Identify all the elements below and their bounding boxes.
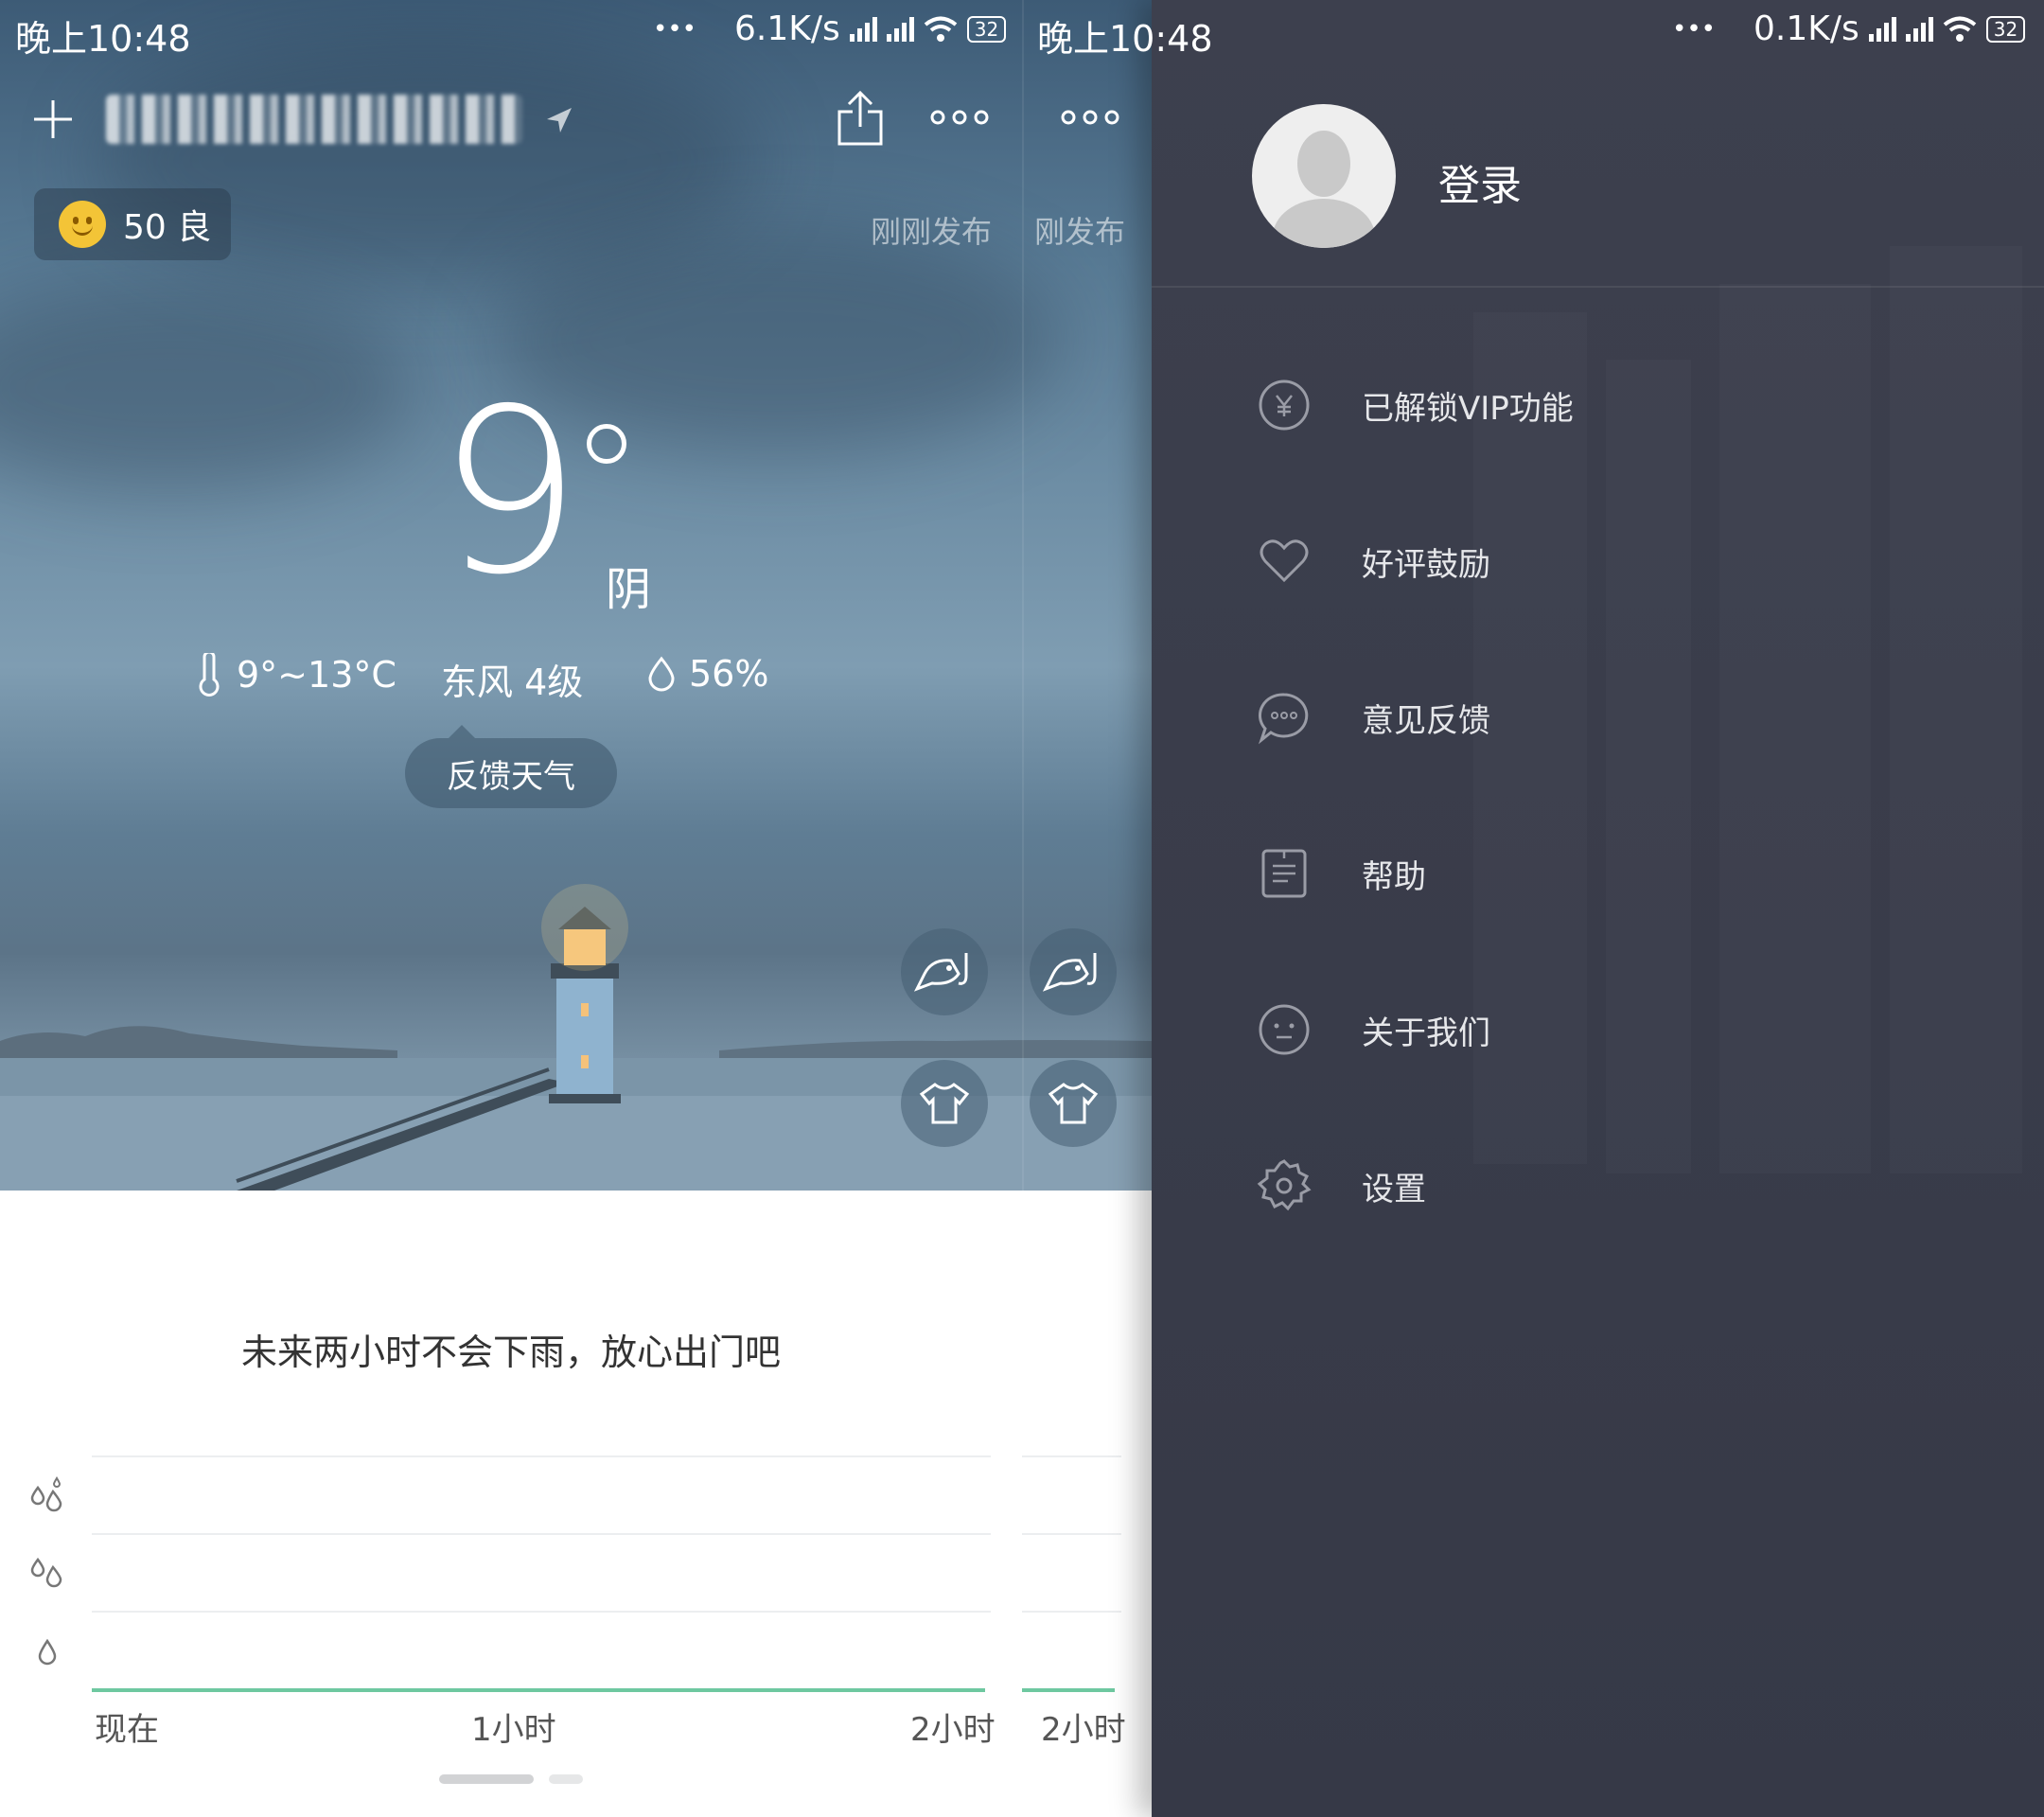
grid-line — [1022, 1611, 1121, 1613]
published-time: 刚刚发布 — [871, 214, 993, 250]
axis-label-now: 现在 — [95, 1711, 159, 1749]
network-speed-2: 0.1K/s — [1753, 9, 1859, 48]
fish-icon-2 — [1042, 953, 1097, 992]
light-rain-icon — [38, 1638, 57, 1666]
menu-item-rate[interactable]: 好评鼓励 — [1152, 504, 2044, 618]
location-name-blurred[interactable] — [106, 95, 522, 144]
network-speed: 6.1K/s — [734, 9, 840, 48]
grid-line — [92, 1533, 991, 1535]
aqi-text: 50 良 — [123, 208, 212, 247]
signal-icon-3 — [1868, 16, 1896, 42]
face-icon — [1259, 1004, 1310, 1055]
fish-icon — [913, 953, 968, 992]
humidity-info: 56% — [647, 653, 768, 695]
more-icon-2[interactable] — [1061, 110, 1119, 125]
status-time-2: 晚上10:48 — [1037, 18, 1213, 60]
degree-symbol — [587, 424, 626, 464]
login-button[interactable]: 登录 — [1438, 151, 1522, 212]
more-icon[interactable] — [930, 110, 989, 125]
drawer-divider — [1152, 286, 2044, 288]
page-indicator[interactable] — [549, 1774, 583, 1784]
tshirt-icon — [919, 1083, 970, 1124]
battery-icon-2: 32 — [1985, 15, 2026, 43]
wifi-icon — [924, 16, 958, 42]
clothing-button[interactable] — [901, 1060, 988, 1147]
menu-label: 关于我们 — [1362, 1014, 1490, 1052]
axis-label-2h: 2小时 — [910, 1711, 996, 1749]
grid-line — [1022, 1455, 1121, 1457]
menu-label: 意见反馈 — [1362, 701, 1490, 740]
document-icon — [1261, 849, 1307, 898]
grid-line — [92, 1455, 991, 1457]
signal-icon — [849, 16, 877, 42]
side-drawer: 晚上10:48 ••• 0.1K/s 32 登录 已解锁VIP功能 好评鼓励 意… — [1037, 0, 2044, 1817]
published-time-partial: 刚发布 — [1034, 214, 1126, 250]
menu-item-feedback[interactable]: 意见反馈 — [1152, 661, 2044, 774]
status-time: 晚上10:48 — [15, 18, 191, 60]
fishing-button-2[interactable] — [1030, 928, 1117, 1015]
menu-label: 帮助 — [1362, 857, 1426, 896]
gear-icon — [1257, 1159, 1312, 1211]
menu-label: 好评鼓励 — [1362, 545, 1490, 584]
weather-hero: 晚上10:48 ••• 6.1K/s 32 50 良 刚刚发布 刚发布 9 阴 — [0, 0, 1152, 1191]
menu-item-about[interactable]: 关于我们 — [1152, 973, 2044, 1086]
fishing-button[interactable] — [901, 928, 988, 1015]
page-edge — [1022, 0, 1024, 1191]
tshirt-icon-2 — [1048, 1083, 1099, 1124]
yen-icon — [1259, 379, 1310, 431]
water-drop-icon — [648, 656, 675, 692]
location-arrow-icon — [547, 108, 572, 132]
menu-item-settings[interactable]: 设置 — [1152, 1129, 2044, 1243]
rain-forecast-message: 未来两小时不会下雨，放心出门吧 — [240, 1332, 781, 1373]
smiley-icon — [59, 201, 106, 248]
menu-item-vip[interactable]: 已解锁VIP功能 — [1152, 348, 2044, 462]
weather-panel: 晚上10:48 ••• 6.1K/s 32 50 良 刚刚发布 刚发布 9 阴 — [0, 0, 1152, 1817]
page-indicator-active[interactable] — [439, 1774, 534, 1784]
rain-baseline — [1022, 1688, 1115, 1692]
rain-baseline — [92, 1688, 985, 1692]
wind-text: 东风 4级 — [441, 662, 584, 703]
wifi-icon-2 — [1943, 16, 1977, 42]
menu-label: 设置 — [1362, 1170, 1426, 1208]
menu-item-help[interactable]: 帮助 — [1152, 817, 2044, 930]
thermometer-icon — [199, 653, 220, 697]
signal-icon-2 — [886, 16, 914, 42]
temp-range-text: 9°~13°C — [237, 654, 396, 696]
status-dots-2: ••• — [1672, 14, 1717, 44]
status-dots: ••• — [653, 14, 697, 44]
signal-icon-4 — [1905, 16, 1933, 42]
menu-label: 已解锁VIP功能 — [1362, 389, 1574, 428]
avatar[interactable] — [1252, 104, 1396, 248]
status-indicators-2: ••• 0.1K/s 32 — [1672, 9, 2026, 48]
grid-line — [1022, 1533, 1121, 1535]
chat-icon — [1258, 693, 1309, 745]
humidity-text: 56% — [689, 653, 769, 695]
clothing-button-2[interactable] — [1030, 1060, 1117, 1147]
lighthouse-scenery — [0, 884, 1152, 1191]
grid-line — [92, 1611, 991, 1613]
current-temperature: 9 — [437, 360, 582, 625]
weather-condition: 阴 — [606, 563, 652, 616]
moderate-rain-icon — [30, 1557, 62, 1588]
temp-range: 9°~13°C — [195, 653, 396, 697]
aqi-chip[interactable]: 50 良 — [34, 188, 231, 260]
axis-label-2h-partial: 2小时 — [1041, 1711, 1126, 1749]
status-indicators: ••• 6.1K/s 32 — [653, 9, 1007, 48]
wind-info: 东风 4级 — [441, 653, 583, 705]
battery-icon: 32 — [966, 15, 1007, 43]
share-icon[interactable] — [836, 89, 885, 148]
feedback-weather-button[interactable]: 反馈天气 — [405, 725, 617, 808]
plus-icon[interactable] — [32, 98, 74, 140]
heavy-rain-icon — [30, 1476, 62, 1512]
heart-icon — [1260, 539, 1309, 583]
axis-label-1h: 1小时 — [471, 1711, 556, 1749]
